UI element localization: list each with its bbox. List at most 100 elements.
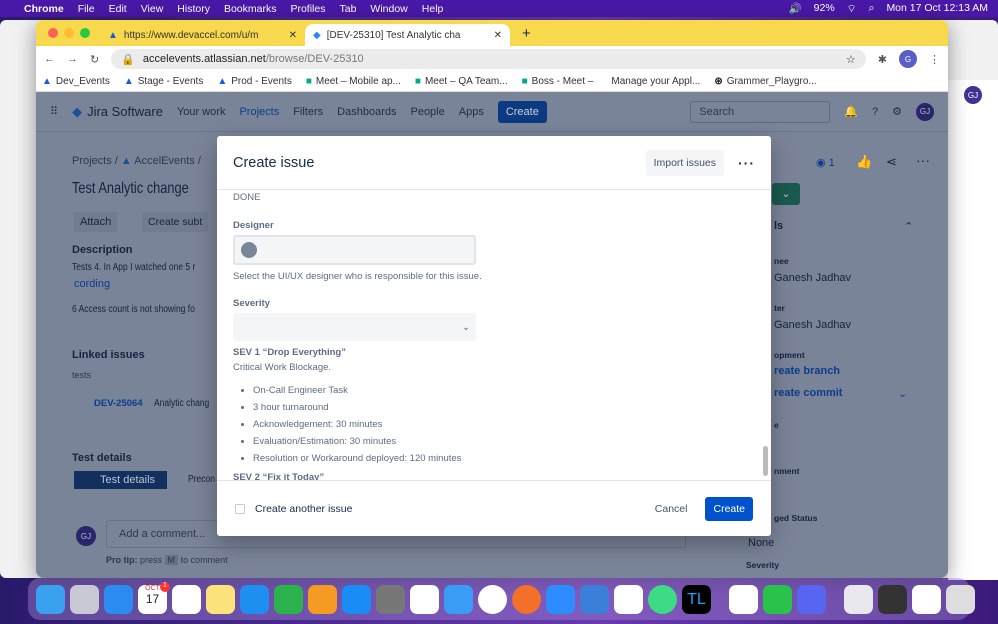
reporter-value[interactable]: Ganesh Jadhav [774, 319, 851, 331]
nav-people[interactable]: People [410, 106, 444, 118]
close-tab-icon[interactable]: ✕ [289, 30, 297, 41]
numbers-icon[interactable] [274, 584, 303, 614]
assignee-value[interactable]: Ganesh Jadhav [774, 272, 851, 284]
word-icon[interactable] [729, 584, 758, 614]
minimize-window-button[interactable] [64, 28, 74, 38]
bookmark[interactable]: ▲ Stage - Events [124, 76, 204, 87]
create-branch-link[interactable]: reate branch [774, 365, 840, 377]
window-thumbnail[interactable] [878, 584, 907, 614]
bookmark[interactable]: ■ Meet – Mobile ap... [306, 76, 401, 87]
nav-dashboards[interactable]: Dashboards [337, 106, 396, 118]
forward-icon[interactable]: → [67, 53, 78, 65]
bookmark[interactable]: ■ Meet – QA Team... [415, 76, 508, 87]
clock[interactable]: Mon 17 Oct 12:13 AM [886, 2, 988, 16]
search-icon[interactable]: ⌕ [869, 2, 875, 16]
designer-field[interactable] [233, 235, 476, 265]
nav-filters[interactable]: Filters [293, 106, 323, 118]
firefox-icon[interactable] [512, 584, 541, 614]
app-store-icon[interactable] [342, 584, 371, 614]
reminders-icon[interactable] [172, 584, 201, 614]
status-dropdown[interactable]: ⌄ [772, 183, 800, 205]
scrollbar[interactable] [763, 446, 768, 476]
share-icon[interactable]: ⋖ [886, 154, 897, 170]
system-preferences-icon[interactable] [376, 584, 405, 614]
nav-apps[interactable]: Apps [459, 106, 484, 118]
severity-select[interactable]: ⌄ [233, 313, 476, 341]
app-icon[interactable] [580, 584, 609, 614]
notes-icon[interactable] [206, 584, 235, 614]
keynote-icon[interactable] [240, 584, 269, 614]
bookmark[interactable]: ▲ Dev_Events [42, 76, 110, 87]
new-tab-button[interactable]: + [522, 25, 531, 42]
nav-projects[interactable]: Projects [239, 106, 279, 118]
description-link[interactable]: cording [74, 278, 110, 290]
bookmark[interactable]: ⊛ Grammer_Playgro... [714, 76, 816, 87]
vscode-icon[interactable] [614, 584, 643, 614]
chevron-up-icon[interactable]: ⌃ [904, 220, 913, 233]
linked-issue-key[interactable]: DEV-25064 [94, 398, 143, 409]
reload-icon[interactable]: ↻ [90, 53, 99, 66]
cancel-button[interactable]: Cancel [655, 503, 688, 515]
menu-icon[interactable]: ⋮ [929, 53, 940, 66]
terminal-tl-icon[interactable]: TL [682, 584, 711, 614]
create-button[interactable]: Create [497, 100, 547, 123]
create-another-checkbox[interactable] [235, 503, 245, 514]
window-thumbnail[interactable] [912, 584, 941, 614]
menu-window[interactable]: Window [370, 3, 407, 15]
mail-icon[interactable] [104, 584, 133, 614]
nav-your-work[interactable]: Your work [177, 106, 226, 118]
tab-jira-issue[interactable]: ◆ [DEV-25310] Test Analytic cha ✕ [305, 24, 510, 46]
bookmark[interactable]: Manage your Appl... [607, 76, 700, 87]
create-another-label[interactable]: Create another issue [255, 503, 352, 515]
user-avatar[interactable]: GJ [916, 102, 934, 121]
bookmark[interactable]: ▲ Prod - Events [217, 76, 292, 87]
address-bar[interactable]: 🔒 accelevents.atlassian.net/browse/DEV-25… [111, 49, 866, 69]
menu-edit[interactable]: Edit [109, 3, 127, 15]
menu-help[interactable]: Help [422, 3, 444, 15]
finder-icon[interactable] [36, 584, 65, 614]
more-icon[interactable]: ··· [738, 155, 755, 171]
issue-title[interactable]: Test Analytic change [72, 180, 189, 198]
close-window-button[interactable] [48, 28, 58, 38]
jira-logo[interactable]: ◆ Jira Software [72, 104, 163, 120]
notifications-icon[interactable]: 🔔 [844, 105, 858, 118]
star-icon[interactable]: ☆ [846, 53, 856, 66]
menu-profiles[interactable]: Profiles [290, 3, 325, 15]
discord-icon[interactable] [797, 584, 826, 614]
launchpad-icon[interactable] [70, 584, 99, 614]
details-heading[interactable]: ls [774, 220, 783, 232]
import-issues-button[interactable]: Import issues [645, 149, 724, 176]
search-input[interactable]: Search [690, 100, 831, 123]
create-button[interactable]: Create [705, 496, 753, 521]
create-subtask-button[interactable]: Create subt [142, 212, 209, 232]
zoom-icon[interactable] [546, 584, 575, 614]
chrome-icon[interactable] [478, 584, 507, 614]
tab-precondition[interactable]: Precon [188, 474, 215, 485]
menu-file[interactable]: File [78, 3, 95, 15]
profile-avatar[interactable]: G [899, 50, 917, 68]
extensions-icon[interactable]: ✱ [878, 53, 887, 66]
app-switcher-icon[interactable]: ⠿ [50, 105, 58, 118]
tab-test-details[interactable]: Test details [74, 471, 168, 489]
tab-devaccel[interactable]: ▲ https://www.devaccel.com/u/m ✕ [100, 24, 305, 46]
menu-app-name[interactable]: Chrome [24, 3, 64, 15]
close-tab-icon[interactable]: ✕ [494, 30, 502, 41]
window-thumbnail[interactable] [844, 584, 873, 614]
menu-tab[interactable]: Tab [339, 3, 356, 15]
more-icon[interactable]: ··· [916, 152, 930, 168]
calendar-icon[interactable]: OCT 17 1 [138, 581, 170, 614]
menu-history[interactable]: History [177, 3, 210, 15]
chevron-down-icon[interactable]: ⌄ [898, 387, 907, 400]
settings-icon[interactable]: ⚙ [892, 105, 902, 118]
help-icon[interactable]: ? [872, 106, 878, 118]
pages-icon[interactable] [308, 584, 337, 614]
android-studio-icon[interactable] [648, 584, 677, 614]
back-icon[interactable]: ← [44, 53, 55, 65]
volume-icon[interactable]: 🔊 [789, 2, 802, 16]
facetime-icon[interactable] [763, 584, 792, 614]
linked-issue-summary[interactable]: Analytic chang [154, 398, 209, 409]
slack-icon[interactable] [410, 584, 439, 614]
menu-bookmarks[interactable]: Bookmarks [224, 3, 277, 15]
trash-icon[interactable] [946, 584, 975, 614]
battery-percent[interactable]: 92% [814, 2, 835, 16]
